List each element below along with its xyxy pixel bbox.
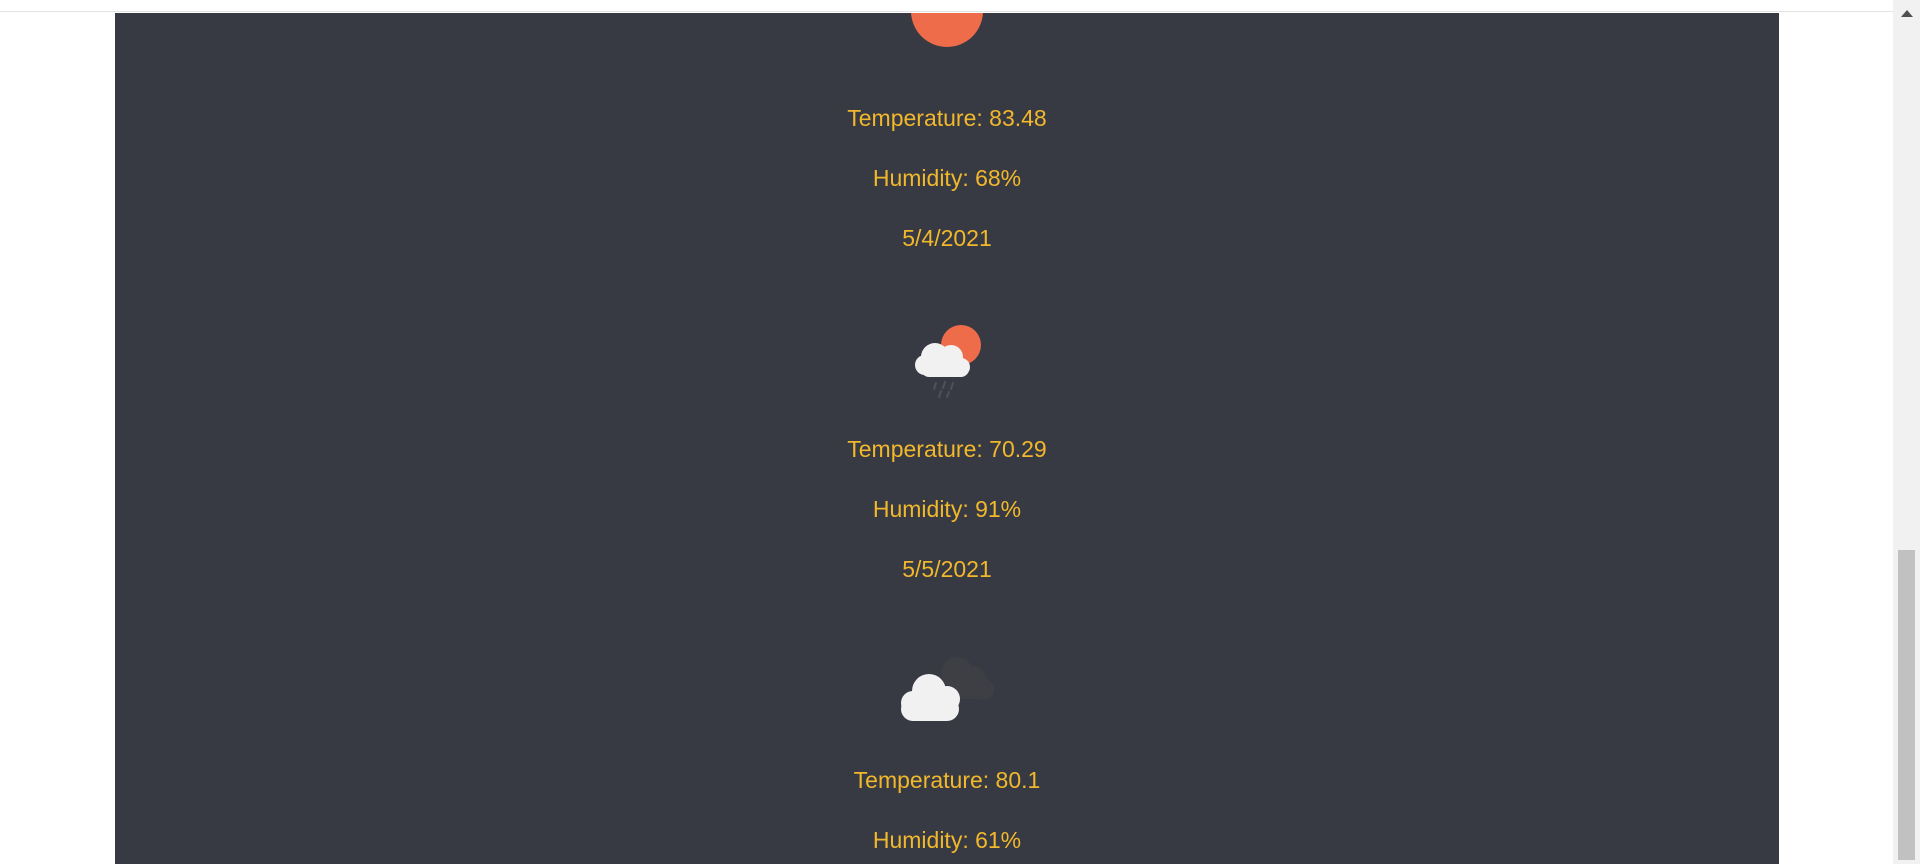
forecast-panel: Temperature: 83.48 Humidity: 68% 5/4/202… [115, 13, 1779, 864]
sun-icon [115, 13, 1779, 59]
forecast-temperature: Temperature: 83.48 [847, 105, 1047, 131]
forecast-date: 5/4/2021 [902, 225, 992, 251]
forecast-humidity: Humidity: 68% [872, 165, 1022, 191]
forecast-temperature: Temperature: 70.29 [847, 436, 1047, 462]
scroll-up-icon[interactable] [1893, 0, 1920, 27]
top-strip [0, 0, 1893, 12]
broken-clouds-icon [115, 643, 1779, 739]
forecast-humidity: Humidity: 91% [872, 496, 1022, 522]
vertical-scrollbar[interactable] [1893, 0, 1920, 864]
forecast-date: 5/5/2021 [902, 556, 992, 582]
page: Temperature: 83.48 Humidity: 68% 5/4/202… [0, 0, 1920, 864]
scrollbar-thumb[interactable] [1898, 550, 1915, 860]
forecast-temperature: Temperature: 80.1 [853, 767, 1041, 793]
sun-cloud-rain-icon [115, 313, 1779, 409]
forecast-humidity: Humidity: 61% [872, 827, 1022, 853]
